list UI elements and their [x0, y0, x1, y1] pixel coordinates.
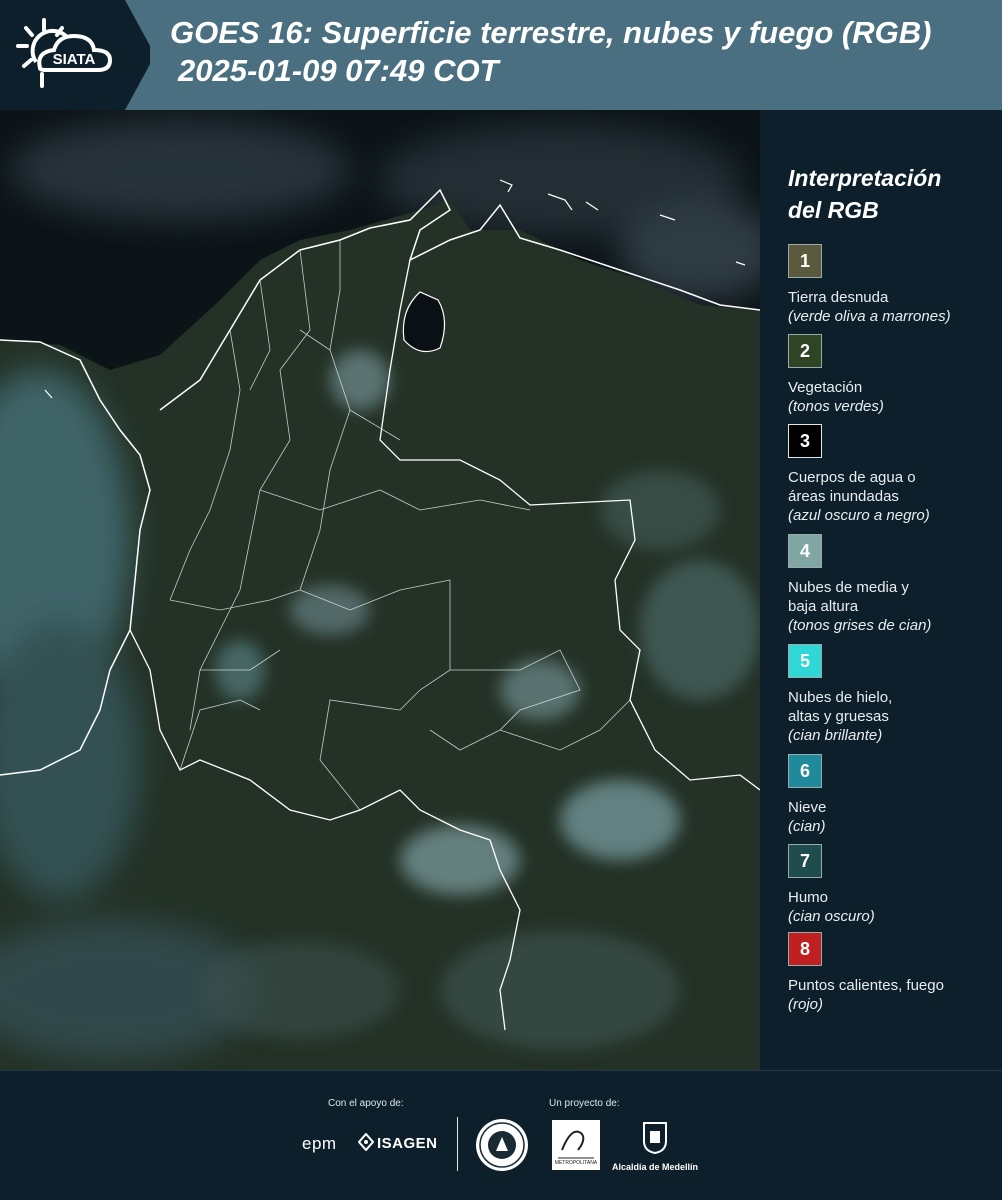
isagen-icon [358, 1133, 374, 1151]
legend-item-bare-soil: 1 Tierra desnuda (verde oliva a marrones… [788, 244, 998, 326]
legend-item-snow: 6 Nieve (cian) [788, 754, 998, 836]
legend-item-water: 3 Cuerpos de agua o áreas inundadas (azu… [788, 424, 998, 525]
legend-title-line-1: Interpretación [788, 165, 942, 191]
legend-panel: Interpretación del RGB 1 Tierra desnuda … [760, 110, 1002, 1070]
legend-swatch-8: 8 [788, 932, 822, 966]
legend-label-5b: altas y gruesas [788, 708, 889, 725]
legend-item-fire: 8 Puntos calientes, fuego (rojo) [788, 932, 998, 1014]
project-label: Un proyecto de: [549, 1098, 620, 1109]
legend-label-3a: Cuerpos de agua o [788, 469, 916, 486]
legend-swatch-7: 7 [788, 844, 822, 878]
svg-text:METROPOLITANA: METROPOLITANA [555, 1160, 598, 1166]
page-title: GOES 16: Superficie terrestre, nubes y f… [170, 14, 931, 90]
rgb-satellite-image [0, 110, 760, 1070]
legend-sub-6: (cian) [788, 818, 826, 835]
legend-sub-3: (azul oscuro a negro) [788, 507, 930, 524]
legend-swatch-2: 2 [788, 334, 822, 368]
siata-logo: SIATA [16, 18, 113, 88]
legend-swatch-4: 4 [788, 534, 822, 568]
legend-item-vegetation: 2 Vegetación (tonos verdes) [788, 334, 998, 416]
legend-item-mid-clouds: 4 Nubes de media y baja altura (tonos gr… [788, 534, 998, 635]
legend-label-5a: Nubes de hielo, [788, 689, 893, 706]
footer-divider [457, 1117, 458, 1171]
legend-title-line-2: del RGB [788, 197, 879, 223]
legend-swatch-6: 6 [788, 754, 822, 788]
satellite-map [0, 110, 760, 1070]
legend-sub-2: (tonos verdes) [788, 398, 884, 415]
support-label: Con el apoyo de: [328, 1098, 404, 1109]
legend-label-1: Tierra desnuda [788, 289, 889, 306]
logo-block: SIATA [0, 0, 150, 110]
area-metropolitana-logo: METROPOLITANA [552, 1120, 600, 1170]
epm-logo: epm [302, 1134, 337, 1153]
legend-label-4b: baja altura [788, 598, 859, 615]
medellin-crest-icon [643, 1122, 667, 1155]
logo-text: SIATA [53, 51, 96, 68]
legend-swatch-5: 5 [788, 644, 822, 678]
legend-title: Interpretación del RGB [788, 162, 941, 226]
legend-label-2: Vegetación [788, 379, 863, 396]
header: SIATA GOES 16: Superficie terrestre, nub… [0, 0, 1002, 110]
seal-icon [476, 1119, 528, 1171]
legend-sub-8: (rojo) [788, 996, 824, 1013]
alcaldia-logo-text: Alcaldía de Medellín [612, 1162, 699, 1172]
legend-label-6: Nieve [788, 799, 827, 816]
title-line-2: 2025-01-09 07:49 COT [178, 53, 499, 88]
legend-swatch-3: 3 [788, 424, 822, 458]
legend-label-8: Puntos calientes, fuego [788, 977, 944, 994]
legend-sub-7: (cian oscuro) [788, 908, 875, 925]
legend-label-3b: áreas inundadas [788, 488, 899, 505]
legend-sub-1: (verde oliva a marrones) [788, 308, 951, 325]
legend-swatch-1: 1 [788, 244, 822, 278]
legend-label-4a: Nubes de media y [788, 579, 909, 596]
footer: Con el apoyo de: Un proyecto de: epm ISA… [0, 1070, 1002, 1200]
legend-label-7: Humo [788, 889, 829, 906]
legend-sub-5: (cian brillante) [788, 727, 883, 744]
title-line-1: GOES 16: Superficie terrestre, nubes y f… [170, 15, 932, 50]
legend-sub-4: (tonos grises de cian) [788, 617, 932, 634]
legend-item-smoke: 7 Humo (cian oscuro) [788, 844, 998, 926]
isagen-logo: ISAGEN [377, 1135, 438, 1152]
legend-item-ice-clouds: 5 Nubes de hielo, altas y gruesas (cian … [788, 644, 998, 745]
